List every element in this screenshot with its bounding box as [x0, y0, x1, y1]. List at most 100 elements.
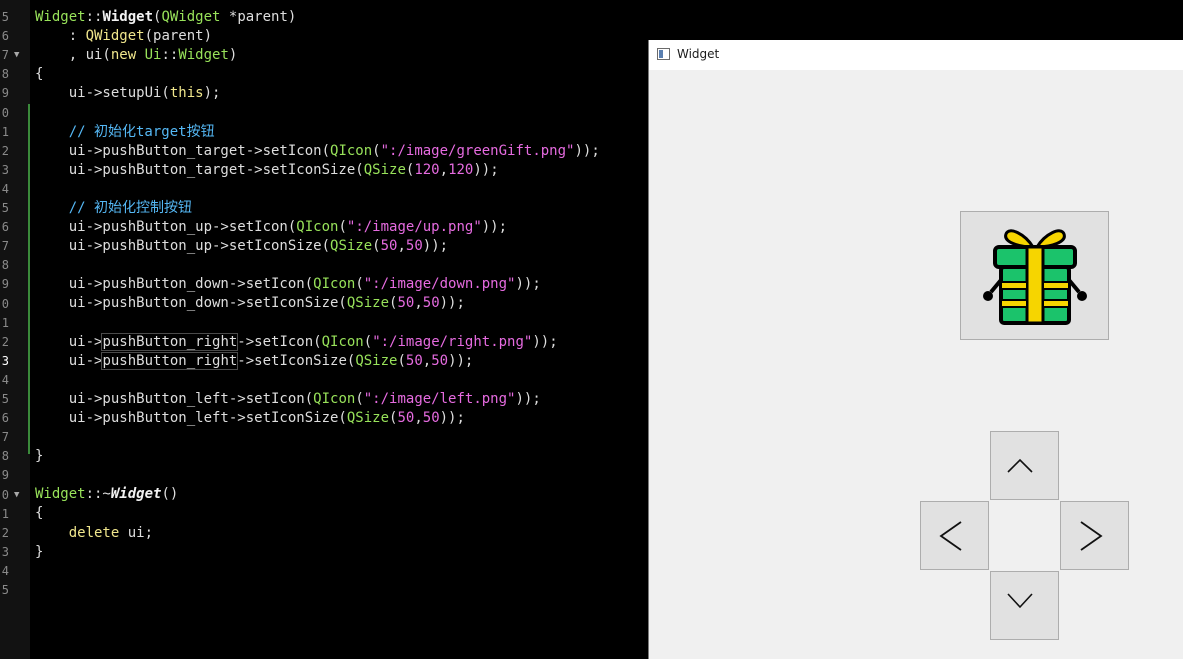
fold-marker-icon[interactable]: ▼ [14, 486, 22, 505]
chevron-up-icon [1007, 458, 1033, 473]
code-token: ui; [119, 524, 154, 541]
code-token: QSize [355, 352, 398, 369]
line-number: 5 [1, 583, 9, 597]
code-editor[interactable]: 5 6 7 8 9 0 1 2 3 4 5 6 7 8 9 0 1 2 3 4 5 6 7 8 9 0 1 2 3 4 5 ▼ ▼ Widget… [0, 0, 648, 659]
code-line[interactable] [35, 428, 645, 447]
code-line[interactable]: delete ui; [35, 524, 645, 543]
left-button[interactable] [920, 501, 989, 570]
line-number: 2 [1, 334, 9, 349]
code-token: this [169, 85, 204, 102]
right-button[interactable] [1060, 501, 1129, 570]
code-token: ui->pushButton_target->setIcon( [35, 142, 331, 159]
code-token: ui->pushButton_up->setIconSize( [35, 238, 331, 255]
code-line[interactable] [35, 581, 645, 600]
code-line[interactable]: ui->pushButton_target->setIconSize(QSize… [35, 161, 645, 180]
code-line[interactable] [35, 562, 645, 581]
code-line[interactable]: : QWidget(parent) [35, 27, 645, 46]
code-token: 50 [397, 295, 415, 312]
code-token: , [422, 352, 432, 369]
code-token: QWidget [161, 9, 221, 25]
code-line[interactable]: ui->pushButton_target->setIcon(QIcon(":/… [35, 142, 645, 161]
code-token: 50 [422, 295, 440, 312]
code-token: QSize [330, 238, 373, 255]
window-title: Widget [677, 47, 720, 61]
code-token: ); [203, 85, 221, 102]
code-line[interactable]: { [35, 504, 645, 523]
fold-marker-icon[interactable]: ▼ [14, 46, 22, 65]
code-line[interactable] [35, 371, 645, 390]
code-line[interactable] [35, 466, 645, 485]
code-token: QIcon [296, 219, 339, 236]
code-line[interactable]: ui->pushButton_down->setIcon(QIcon(":/im… [35, 275, 645, 294]
title-bar[interactable]: Widget [649, 40, 1183, 70]
code-line[interactable]: { [35, 65, 645, 84]
code-token: delete [68, 524, 120, 541]
chevron-right-icon [1080, 521, 1103, 551]
target-button[interactable] [960, 211, 1109, 340]
code-line[interactable]: , ui(new Ui::Widget) [35, 46, 645, 65]
line-number: 0 [1, 487, 9, 502]
app-window-icon [657, 48, 670, 60]
code-token: ":/image/up.png" [346, 219, 482, 236]
code-line[interactable]: ui->setupUi(this); [35, 84, 645, 103]
line-number: 5 [1, 392, 9, 406]
code-token: 120 [448, 161, 474, 178]
line-number: 9 [1, 468, 9, 483]
up-button[interactable] [990, 431, 1059, 500]
code-token: } [35, 543, 44, 560]
code-token: 50 [405, 238, 423, 255]
code-line[interactable]: } [35, 447, 645, 466]
code-token: ui->pushButton_up->setIcon( [35, 219, 297, 236]
code-line[interactable] [35, 180, 645, 199]
code-line[interactable]: } [35, 543, 645, 562]
line-number: 0 [1, 105, 9, 120]
code-token: )); [422, 238, 449, 255]
code-token: () [161, 486, 179, 503]
line-number: 7 [1, 48, 9, 63]
code-line[interactable]: ui->pushButton_down->setIconSize(QSize(5… [35, 294, 645, 313]
code-token: :: [161, 47, 179, 64]
code-token: )); [448, 352, 474, 369]
code-line[interactable]: ui->pushButton_right->setIconSize(QSize(… [35, 351, 645, 371]
chevron-down-icon [1007, 593, 1033, 609]
code-line[interactable]: ui->pushButton_right->setIcon(QIcon(":/i… [35, 332, 645, 352]
code-token: ui-> [35, 333, 103, 350]
code-line[interactable]: ui->pushButton_up->setIcon(QIcon(":/imag… [35, 218, 645, 237]
code-token: // 初始化target按钮 [35, 123, 215, 140]
code-line[interactable] [35, 103, 645, 122]
code-token: , [439, 161, 449, 178]
code-token: Widget [110, 486, 162, 503]
line-number: 9 [1, 86, 9, 101]
code-area[interactable]: Widget::Widget(QWidget *parent) : QWidge… [35, 8, 645, 600]
code-line[interactable]: // 初始化控制按钮 [35, 199, 645, 218]
code-token: )); [515, 276, 541, 293]
line-number: 3 [1, 353, 9, 368]
code-line[interactable] [35, 256, 645, 275]
code-token: ":/image/left.png" [363, 390, 516, 407]
code-token: 50 [405, 352, 423, 369]
code-token: // 初始化控制按钮 [35, 199, 193, 216]
code-token: QIcon [313, 276, 356, 293]
code-line[interactable]: ui->pushButton_up->setIconSize(QSize(50,… [35, 237, 645, 256]
line-number: 4 [1, 181, 9, 196]
code-token: pushButton_right [101, 332, 239, 351]
code-token: 50 [397, 409, 415, 426]
down-button[interactable] [990, 571, 1059, 640]
code-token: QSize [346, 409, 390, 426]
code-line[interactable]: ui->pushButton_left->setIconSize(QSize(5… [35, 409, 645, 428]
code-token: ( [372, 142, 381, 159]
code-token: 50 [380, 238, 398, 255]
code-token: 50 [431, 352, 449, 369]
code-token: ui->pushButton_down->setIconSize( [35, 295, 347, 312]
code-line[interactable]: Widget::Widget(QWidget *parent) [35, 8, 645, 27]
code-token: ":/image/right.png" [372, 333, 533, 350]
code-line[interactable]: ui->pushButton_left->setIcon(QIcon(":/im… [35, 390, 645, 409]
code-line[interactable]: Widget::~Widget() [35, 485, 645, 504]
code-line[interactable]: // 初始化target按钮 [35, 123, 645, 142]
line-number: 0 [1, 296, 9, 311]
chevron-left-icon [939, 521, 962, 551]
code-line[interactable] [35, 314, 645, 333]
code-token: Widget [178, 47, 229, 64]
green-gift-icon [983, 229, 1087, 325]
